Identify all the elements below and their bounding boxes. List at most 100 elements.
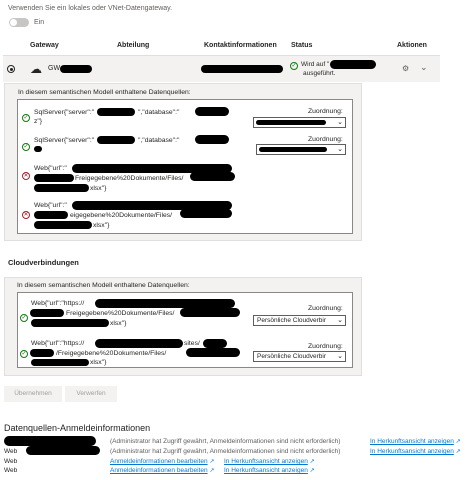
toggle-knob — [10, 19, 17, 26]
credentials-title: Datenquellen-Anmeldeinformationen — [4, 423, 151, 433]
cloud-mapping-value: Persönliche Cloudverbir — [257, 317, 327, 324]
gear-icon[interactable]: ⚙ — [402, 64, 409, 73]
source-3-line3: xlsx"} — [90, 185, 107, 192]
source-4-line2: eigegebene%20Dokumente/Files/ — [70, 212, 173, 219]
gateway-status-line2: ausgeführt. — [303, 70, 336, 77]
gateway-name: GW — [48, 65, 61, 72]
redaction — [34, 211, 68, 219]
credential-type: Web — [4, 467, 18, 474]
source-ok-icon: ✓ — [20, 350, 28, 358]
col-header-status: Status — [291, 42, 313, 49]
redaction — [97, 136, 135, 144]
gateway-status-line1: Wird auf " — [301, 61, 330, 68]
chevron-down-icon: ⌄ — [337, 317, 343, 324]
credential-note: (Administrator hat Zugriff gewährt, Anme… — [110, 438, 341, 445]
lineage-link[interactable]: In Herkunftsansicht anzeigen ↗ — [224, 467, 315, 474]
cloud-source-1-line2: Freigegebene%20Dokumente/Files/ — [66, 310, 175, 317]
lineage-link[interactable]: In Herkunftsansicht anzeigen ↗ — [370, 438, 461, 445]
source-3-line2: Freigegebene%20Dokumente/Files/ — [75, 175, 184, 182]
apply-button[interactable]: Übernehmen — [4, 386, 62, 402]
chevron-down-icon[interactable]: ⌄ — [420, 62, 428, 73]
source-4-line3: xlsx"} — [93, 222, 110, 229]
credential-type: Web — [4, 448, 18, 455]
discard-button[interactable]: Verwerfen — [65, 386, 117, 402]
gateway-radio[interactable] — [7, 65, 15, 73]
redaction — [30, 349, 54, 357]
source-1-line1: SqlServer{"server":" — [34, 109, 95, 116]
redaction — [195, 107, 229, 116]
source-ok-icon: ✓ — [22, 114, 30, 122]
redaction — [4, 436, 96, 446]
redaction — [95, 299, 235, 308]
cloud-source-2-line2: /Freigegebene%20Dokumente/Files/ — [56, 350, 167, 357]
cloud-source-2-line1b: sites/ — [184, 340, 200, 347]
redaction — [34, 221, 92, 229]
cloud-mapping-value: Persönliche Cloudverbir — [257, 353, 327, 360]
lineage-link[interactable]: In Herkunftsansicht anzeigen ↗ — [224, 458, 315, 465]
redaction — [34, 174, 74, 182]
cloud-source-1-line1: Web{"url":"https:// — [31, 300, 85, 307]
source-ok-icon: ✓ — [20, 314, 28, 322]
redaction — [203, 339, 227, 348]
edit-credentials-link[interactable]: Anmeldeinformationen bearbeiten ↗ — [110, 467, 214, 474]
source-2-line1b: ","database":" — [138, 137, 180, 144]
cloud-source-2-line1: Web{"url":"https:// — [31, 340, 85, 347]
lineage-link[interactable]: In Herkunftsansicht anzeigen ↗ — [370, 448, 461, 455]
chevron-down-icon: ⌄ — [337, 146, 343, 153]
mapping-label: Zuordnung: — [308, 136, 343, 143]
credential-type: Web — [4, 458, 18, 465]
redaction — [201, 65, 283, 73]
onprem-panel-title: In diesem semantischen Modell enthaltene… — [18, 89, 191, 96]
source-ok-icon: ✓ — [22, 143, 30, 151]
external-link-icon: ↗ — [455, 439, 461, 445]
redaction — [34, 184, 89, 192]
chevron-down-icon: ⌄ — [337, 119, 343, 126]
redaction — [34, 146, 42, 152]
source-2-line1: SqlServer{"server":" — [34, 137, 95, 144]
external-link-icon: ↗ — [209, 468, 215, 474]
col-header-contact: Kontaktinformationen — [204, 42, 277, 49]
mapping-label: Zuordnung: — [308, 305, 343, 312]
cloud-source-2-line3: xlsx"} — [90, 359, 107, 366]
redaction — [95, 339, 183, 348]
cloud-section-title: Cloudverbindungen — [8, 258, 79, 267]
cloud-source-1-line3: xlsx"} — [110, 320, 127, 327]
mapping-dropdown-1[interactable]: ⌄ — [253, 117, 346, 128]
chevron-down-icon: ⌄ — [337, 353, 343, 360]
external-link-icon: ↗ — [455, 449, 461, 455]
source-1-line2: z"} — [34, 118, 43, 125]
col-header-actions: Aktionen — [397, 42, 427, 49]
redaction — [186, 348, 240, 357]
edit-credentials-link[interactable]: Anmeldeinformationen bearbeiten ↗ — [110, 458, 214, 465]
external-link-icon: ↗ — [309, 459, 315, 465]
toggle-label: Ein — [34, 19, 45, 26]
cloud-mapping-dropdown-1[interactable]: Persönliche Cloudverbir ⌄ — [253, 315, 346, 326]
gateway-toggle[interactable] — [9, 18, 29, 27]
redaction — [31, 319, 109, 327]
col-header-department: Abteilung — [117, 42, 150, 49]
external-link-icon: ↗ — [309, 468, 315, 474]
redaction — [97, 108, 135, 116]
redaction — [195, 135, 229, 144]
cloud-panel-title: In diesem semantischen Modell enthaltene… — [17, 282, 190, 289]
credential-note: (Administrator hat Zugriff gewährt, Anme… — [110, 448, 341, 455]
source-3-line1: Web{"url":" — [34, 165, 67, 172]
mapping-label: Zuordnung: — [308, 108, 343, 115]
gateway-intro-text: Verwenden Sie ein lokales oder VNet-Date… — [8, 5, 173, 12]
source-error-icon: ✕ — [22, 172, 30, 180]
redaction — [26, 446, 100, 455]
redaction — [30, 309, 64, 317]
redaction — [60, 65, 92, 73]
source-1-line1b: ","database":" — [138, 109, 180, 116]
redaction — [190, 172, 235, 181]
cloud-mapping-dropdown-2[interactable]: Persönliche Cloudverbir ⌄ — [253, 351, 346, 362]
gateway-row[interactable]: ☁ GW ✓ Wird auf " ausgeführt. ⚙ ⌄ — [3, 55, 440, 82]
source-4-line1: Web{"url":" — [34, 202, 67, 209]
redaction — [31, 359, 89, 366]
col-header-gateway: Gateway — [30, 42, 59, 49]
source-error-icon: ✕ — [22, 211, 30, 219]
redaction — [180, 209, 232, 218]
external-link-icon: ↗ — [209, 459, 215, 465]
mapping-dropdown-2[interactable]: ⌄ — [256, 144, 346, 155]
mapping-label: Zuordnung: — [308, 343, 343, 350]
